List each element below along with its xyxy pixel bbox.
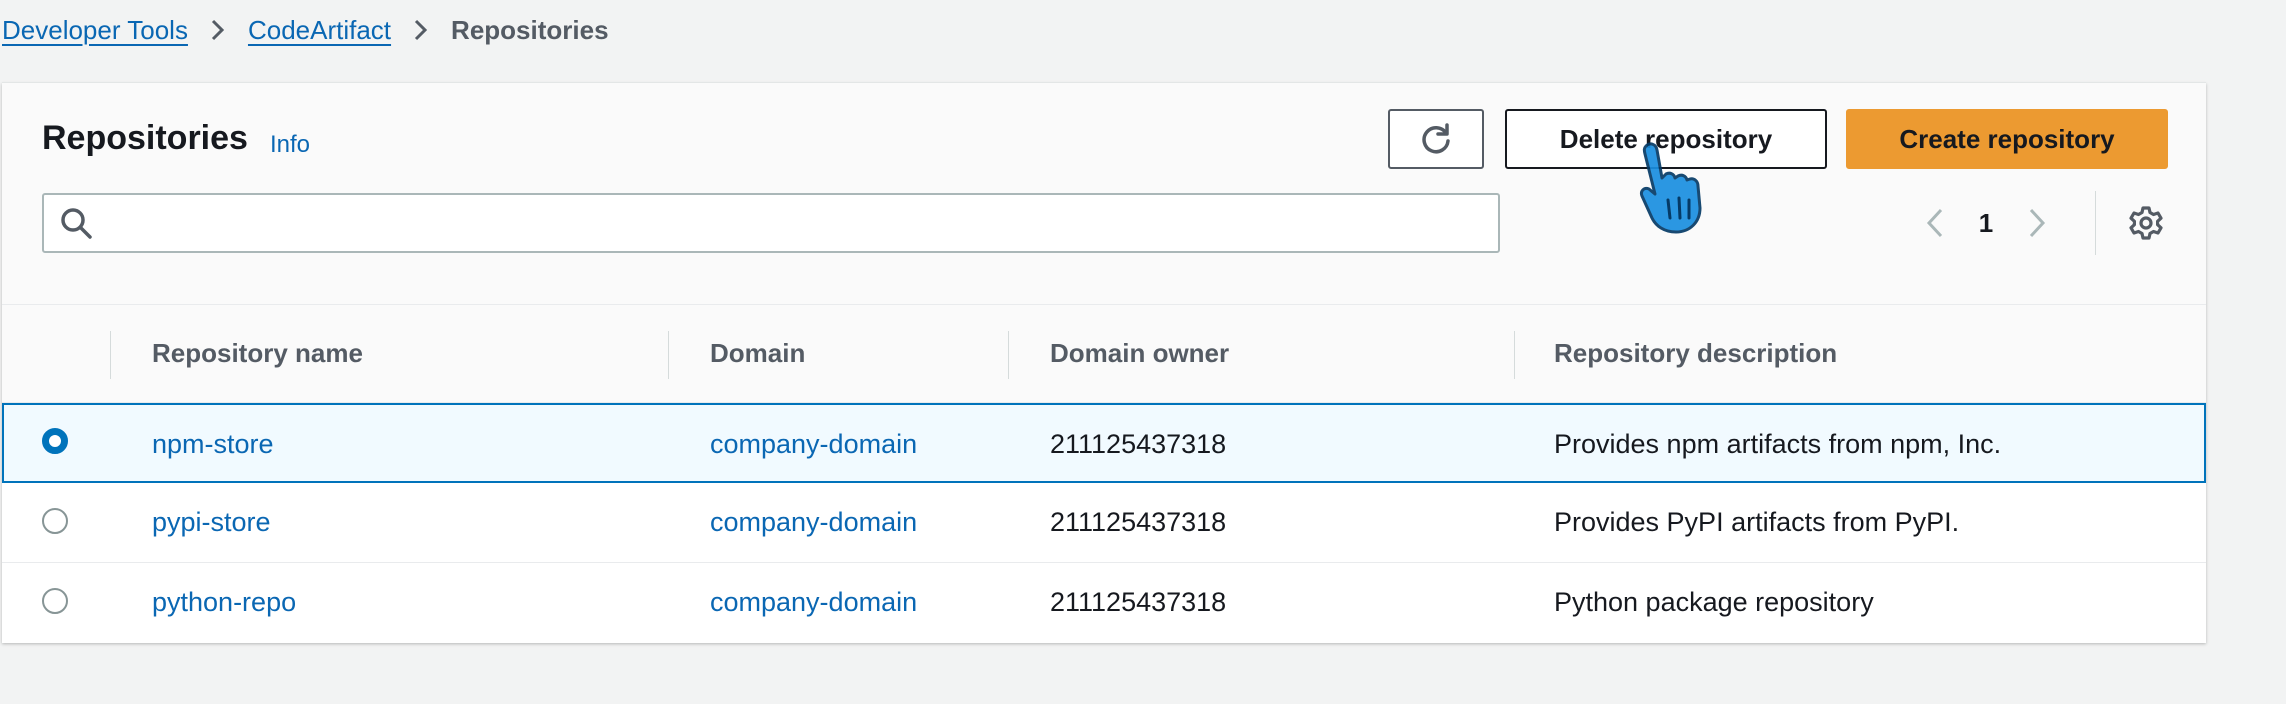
column-divider bbox=[1514, 331, 1515, 379]
column-header-domain-owner[interactable]: Domain owner bbox=[1050, 305, 1229, 401]
search-icon bbox=[44, 195, 108, 251]
breadcrumb-developer-tools[interactable]: Developer Tools bbox=[2, 15, 188, 46]
pagination: 1 bbox=[1910, 193, 2062, 253]
create-repository-button[interactable]: Create repository bbox=[1846, 109, 2168, 169]
column-divider bbox=[668, 331, 669, 379]
info-link[interactable]: Info bbox=[270, 131, 310, 159]
table-header: Repository name Domain Domain owner Repo… bbox=[2, 305, 2206, 403]
panel-header: Repositories Info Delete repository Crea… bbox=[2, 83, 2206, 305]
repository-name-link[interactable]: python-repo bbox=[152, 563, 296, 641]
page-number[interactable]: 1 bbox=[1960, 208, 2012, 239]
repository-name-link[interactable]: pypi-store bbox=[152, 483, 271, 561]
repositories-panel: Repositories Info Delete repository Crea… bbox=[2, 82, 2206, 643]
repository-description: Provides npm artifacts from npm, Inc. bbox=[1554, 428, 2002, 459]
row-radio-button[interactable] bbox=[42, 508, 68, 534]
breadcrumb-repositories: Repositories bbox=[451, 14, 609, 45]
next-page-icon[interactable] bbox=[2012, 193, 2062, 253]
row-radio-button[interactable] bbox=[42, 588, 68, 614]
chevron-right-icon bbox=[391, 12, 451, 48]
page-title: Repositories bbox=[42, 119, 248, 157]
column-divider bbox=[110, 331, 111, 379]
domain-owner: 211125437318 bbox=[1050, 506, 1227, 537]
breadcrumb: Developer Tools CodeArtifact Repositorie… bbox=[2, 12, 609, 48]
column-header-domain[interactable]: Domain bbox=[710, 305, 805, 401]
domain-link[interactable]: company-domain bbox=[710, 483, 917, 561]
previous-page-icon[interactable] bbox=[1910, 193, 1960, 253]
repository-description: Provides PyPI artifacts from PyPI. bbox=[1554, 506, 1960, 537]
chevron-right-icon bbox=[188, 12, 248, 48]
refresh-icon bbox=[1418, 121, 1454, 157]
breadcrumb-codeartifact[interactable]: CodeArtifact bbox=[248, 15, 391, 46]
domain-owner: 211125437318 bbox=[1050, 428, 1227, 459]
table-row[interactable]: python-repo company-domain 211125437318 … bbox=[2, 563, 2206, 643]
row-radio-button[interactable] bbox=[42, 428, 68, 454]
search-field[interactable] bbox=[42, 193, 1500, 253]
table-row[interactable]: pypi-store company-domain 211125437318 P… bbox=[2, 483, 2206, 563]
domain-link[interactable]: company-domain bbox=[710, 563, 917, 641]
table-row[interactable]: npm-store company-domain 211125437318 Pr… bbox=[2, 403, 2206, 483]
domain-link[interactable]: company-domain bbox=[710, 405, 917, 483]
repository-name-link[interactable]: npm-store bbox=[152, 405, 274, 483]
refresh-button[interactable] bbox=[1388, 109, 1484, 169]
repository-description: Python package repository bbox=[1554, 586, 1874, 617]
gear-icon[interactable] bbox=[2120, 197, 2172, 249]
pagination-divider bbox=[2095, 191, 2096, 255]
search-input[interactable] bbox=[108, 197, 1498, 249]
domain-owner: 211125437318 bbox=[1050, 586, 1227, 617]
column-divider bbox=[1008, 331, 1009, 379]
delete-repository-button[interactable]: Delete repository bbox=[1505, 109, 1827, 169]
column-header-repository-name[interactable]: Repository name bbox=[152, 305, 363, 401]
column-header-repository-description[interactable]: Repository description bbox=[1554, 305, 1837, 401]
